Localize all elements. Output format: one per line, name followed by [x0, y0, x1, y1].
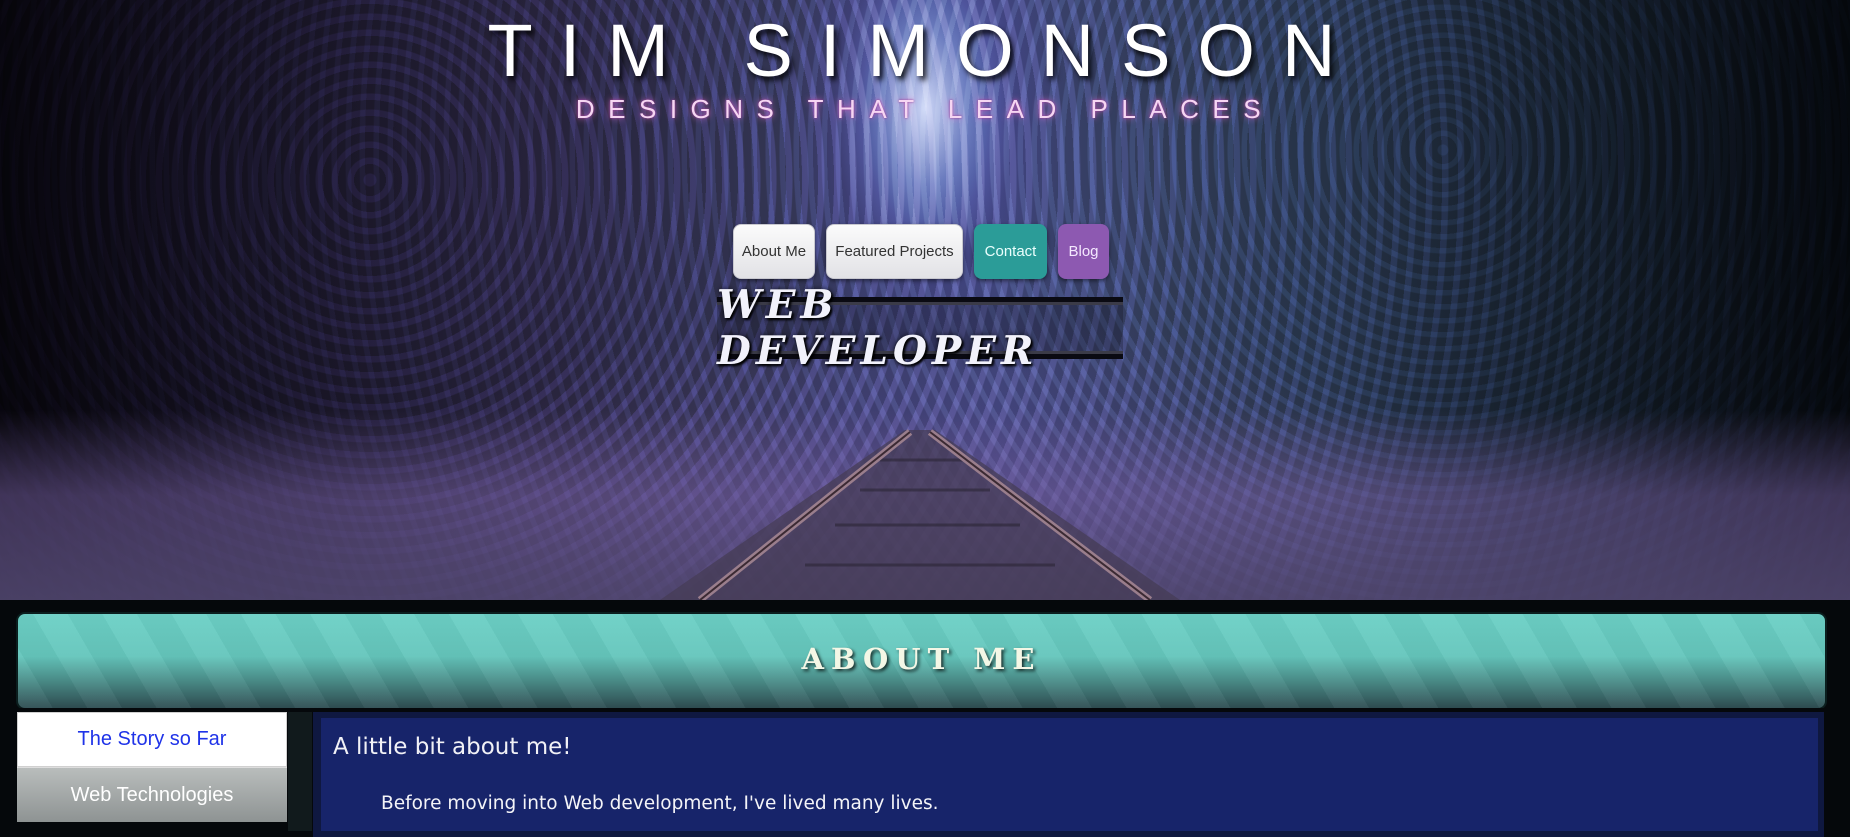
main-nav: About Me Featured Projects Contact Blog: [733, 224, 1109, 279]
role-banner: WEB DEVELOPER: [717, 282, 1123, 374]
tab-web-technologies[interactable]: Web Technologies: [17, 767, 287, 822]
about-content-heading: A little bit about me!: [333, 734, 572, 760]
tab-the-story-so-far[interactable]: The Story so Far: [17, 712, 287, 767]
nav-contact-button[interactable]: Contact: [974, 224, 1047, 279]
content-divider: [288, 712, 312, 831]
about-content-card: A little bit about me! Before moving int…: [313, 712, 1824, 837]
hero-banner: TIM SIMONSON DESIGNS THAT LEAD PLACES Ab…: [0, 0, 1850, 600]
track-bed: [660, 430, 1180, 600]
nav-featured-projects-button[interactable]: Featured Projects: [826, 224, 963, 279]
about-content-paragraph: Before moving into Web development, I've…: [381, 793, 939, 814]
role-text: WEB DEVELOPER: [717, 282, 1039, 374]
about-section-title: ABOUT ME: [801, 642, 1042, 676]
about-side-tabs: The Story so Far Web Technologies: [17, 712, 287, 822]
nav-about-me-button[interactable]: About Me: [733, 224, 815, 279]
about-section-header: ABOUT ME: [16, 612, 1827, 710]
site-tagline: DESIGNS THAT LEAD PLACES: [575, 94, 1275, 124]
site-title: TIM SIMONSON: [487, 9, 1363, 92]
nav-blog-button[interactable]: Blog: [1058, 224, 1109, 279]
